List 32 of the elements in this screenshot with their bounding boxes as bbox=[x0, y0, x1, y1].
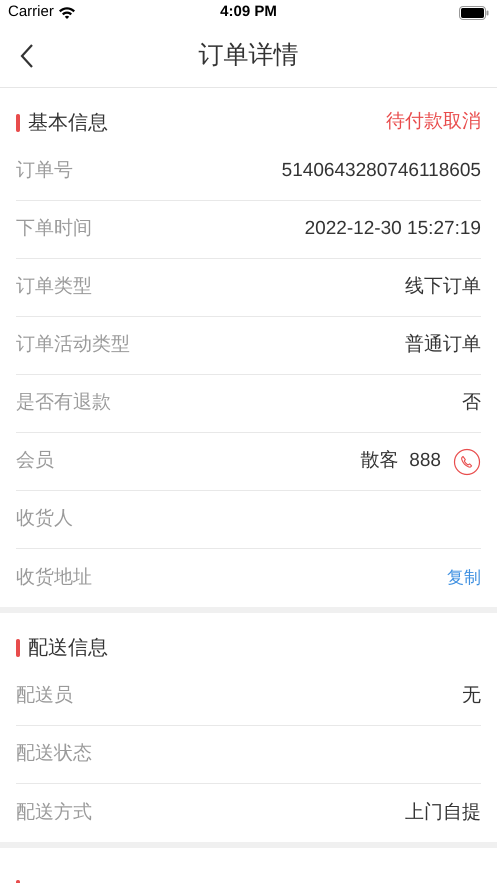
copy-link[interactable]: 复制 bbox=[447, 565, 481, 591]
field-value: 2022-12-30 15:27:19 bbox=[304, 217, 481, 242]
field-value: 线下订单 bbox=[405, 275, 481, 300]
field-label: 订单类型 bbox=[16, 275, 92, 300]
phone-icon[interactable] bbox=[453, 448, 481, 476]
field-label: 配送员 bbox=[16, 684, 73, 708]
field-value: 上门自提 bbox=[405, 800, 481, 825]
wifi-icon bbox=[58, 6, 76, 19]
battery-icon bbox=[459, 6, 489, 20]
page-title: 订单详情 bbox=[198, 40, 298, 72]
section-marker bbox=[16, 114, 20, 132]
status-time: 4:09 PM bbox=[220, 2, 277, 22]
section-marker bbox=[16, 638, 20, 656]
field-value: 5140643280746118605 bbox=[282, 159, 481, 184]
back-icon bbox=[20, 43, 34, 69]
carrier-label: Carrier bbox=[8, 2, 54, 22]
order-status: 待付款取消 bbox=[386, 110, 481, 134]
field-label: 下单时间 bbox=[16, 217, 92, 242]
field-value: 否 bbox=[462, 391, 481, 416]
field-label: 是否有退款 bbox=[16, 391, 111, 416]
field-value: 无 bbox=[462, 684, 481, 708]
field-value: 普通订单 bbox=[405, 332, 481, 358]
field-label: 会员 bbox=[16, 449, 54, 474]
field-label: 收货人 bbox=[16, 507, 73, 532]
field-label: 配送方式 bbox=[16, 800, 92, 825]
field-label: 订单活动类型 bbox=[16, 333, 130, 358]
field-value: 散客 888 bbox=[360, 449, 441, 474]
field-label: 配送状态 bbox=[16, 742, 92, 766]
field-label: 订单号 bbox=[16, 159, 73, 184]
section-title: 配送信息 bbox=[28, 636, 108, 660]
section-title: 基本信息 bbox=[28, 110, 108, 136]
field-label: 收货地址 bbox=[16, 566, 92, 590]
